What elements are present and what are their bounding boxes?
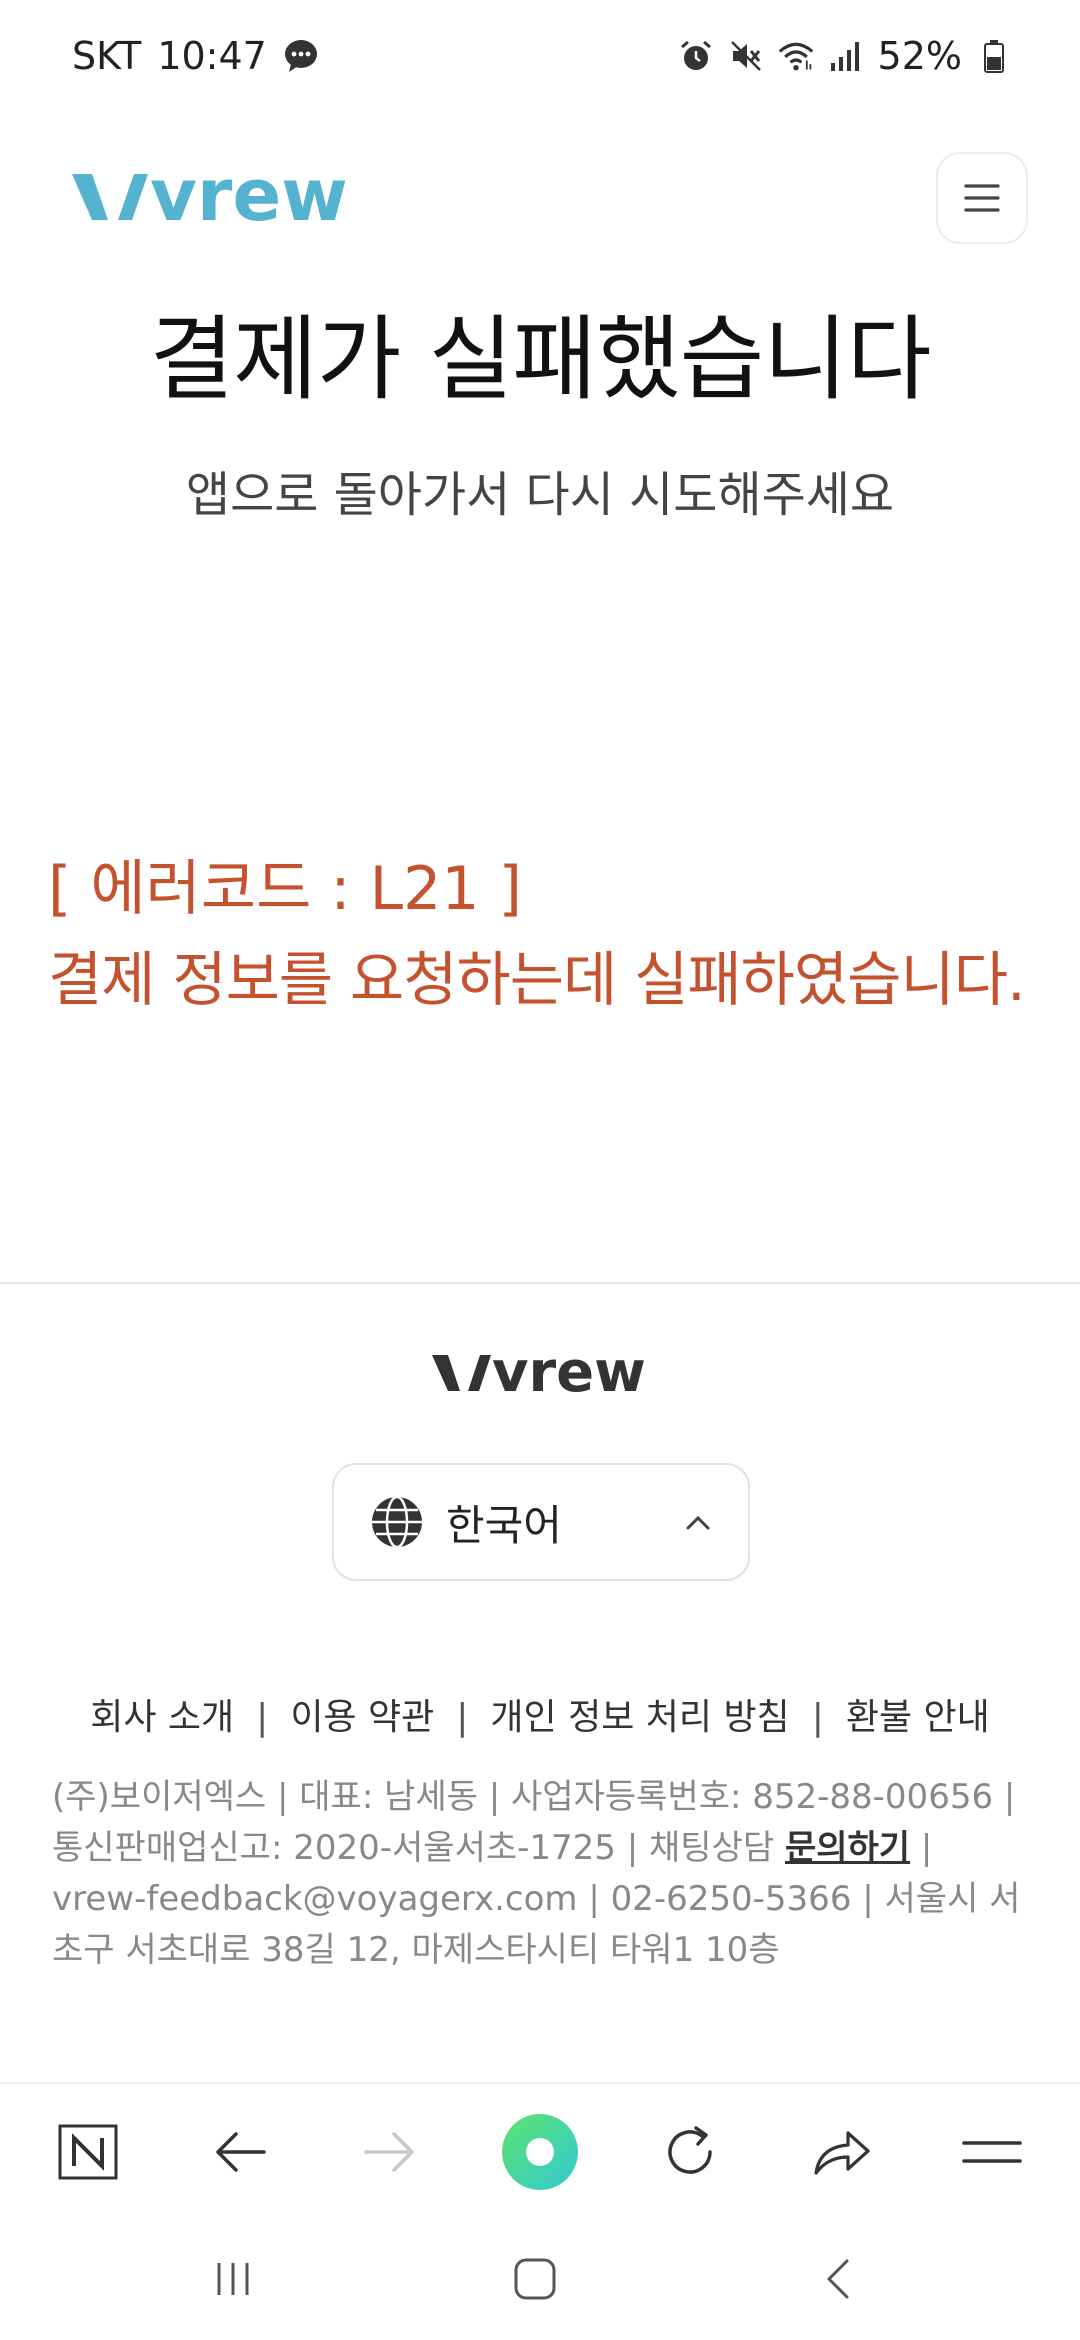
share-button[interactable] [802, 2112, 882, 2192]
browser-toolbar [0, 2082, 1080, 2218]
language-select[interactable]: 한국어 [332, 1463, 750, 1581]
footer-links: 회사 소개 | 이용 약관 | 개인 정보 처리 방침 | 환불 안내 [0, 1688, 1080, 1740]
menu-icon [962, 2141, 1022, 2163]
recent-apps-button[interactable] [198, 2244, 268, 2314]
footer-link-refund[interactable]: 환불 안내 [846, 1697, 990, 1738]
battery-icon [976, 38, 1012, 74]
naver-home-icon [58, 2124, 118, 2180]
browser-menu-button[interactable] [952, 2112, 1032, 2192]
status-left: SKT 10:47 [72, 34, 319, 78]
status-time: 10:47 [157, 34, 267, 78]
refresh-icon [668, 2126, 712, 2174]
green-dot-icon [502, 2114, 578, 2190]
system-nav-bar [0, 2218, 1080, 2340]
wifi-icon [778, 38, 814, 74]
language-selected: 한국어 [446, 1500, 562, 1550]
back-arrow-button[interactable] [200, 2112, 280, 2192]
home-button[interactable] [500, 2244, 570, 2314]
footer-divider [0, 1282, 1080, 1284]
naver-home-button[interactable] [48, 2112, 128, 2192]
separator: | [811, 1697, 824, 1738]
company-info: (주)보이저엑스 | 대표: 남세동 | 사업자등록번호: 852-88-006… [52, 1772, 1037, 1976]
hamburger-menu-button[interactable] [936, 152, 1028, 244]
separator: | [456, 1697, 469, 1738]
chevron-up-icon [686, 1515, 710, 1530]
back-icon [827, 2259, 849, 2299]
page-subtitle: 앱으로 돌아가서 다시 시도해주세요 [185, 467, 895, 523]
logo-text: vrew [150, 162, 348, 232]
back-arrow-icon [216, 2132, 266, 2172]
error-message: 결제 정보를 요청하는데 실패하였습니다. [48, 945, 1026, 1014]
mute-icon [728, 38, 764, 74]
error-code: [ 에러코드 : L21 ] [48, 854, 522, 924]
green-dot-button[interactable] [500, 2112, 580, 2192]
page-title: 결제가 실패했습니다 [149, 306, 931, 413]
carrier-label: SKT [72, 34, 142, 78]
footer-logo-text: vrew [492, 1345, 646, 1401]
forward-arrow-button[interactable] [350, 2112, 430, 2192]
globe-icon [372, 1495, 422, 1549]
back-nav-button[interactable] [804, 2244, 874, 2314]
share-icon [814, 2131, 870, 2175]
footer-vrew-logo[interactable]: vrew [430, 1340, 650, 1405]
separator: | [256, 1697, 269, 1738]
battery-percent: 52% [877, 34, 962, 78]
refresh-button[interactable] [650, 2112, 730, 2192]
status-bar: SKT 10:47 52% [0, 0, 1080, 112]
forward-arrow-icon [364, 2132, 414, 2172]
hamburger-menu-icon [964, 184, 1000, 212]
chat-inquiry-link[interactable]: 문의하기 [785, 1828, 910, 1868]
footer-link-terms[interactable]: 이용 약관 [290, 1697, 434, 1738]
alarm-icon [678, 38, 714, 74]
footer-link-privacy[interactable]: 개인 정보 처리 방침 [490, 1697, 789, 1738]
home-icon [514, 2258, 556, 2300]
recent-apps-icon [217, 2263, 249, 2295]
message-icon [283, 38, 319, 74]
footer-link-company[interactable]: 회사 소개 [90, 1697, 234, 1738]
status-right: 52% [678, 34, 1012, 78]
vrew-logo[interactable]: vrew [68, 153, 358, 237]
signal-icon [828, 38, 864, 74]
